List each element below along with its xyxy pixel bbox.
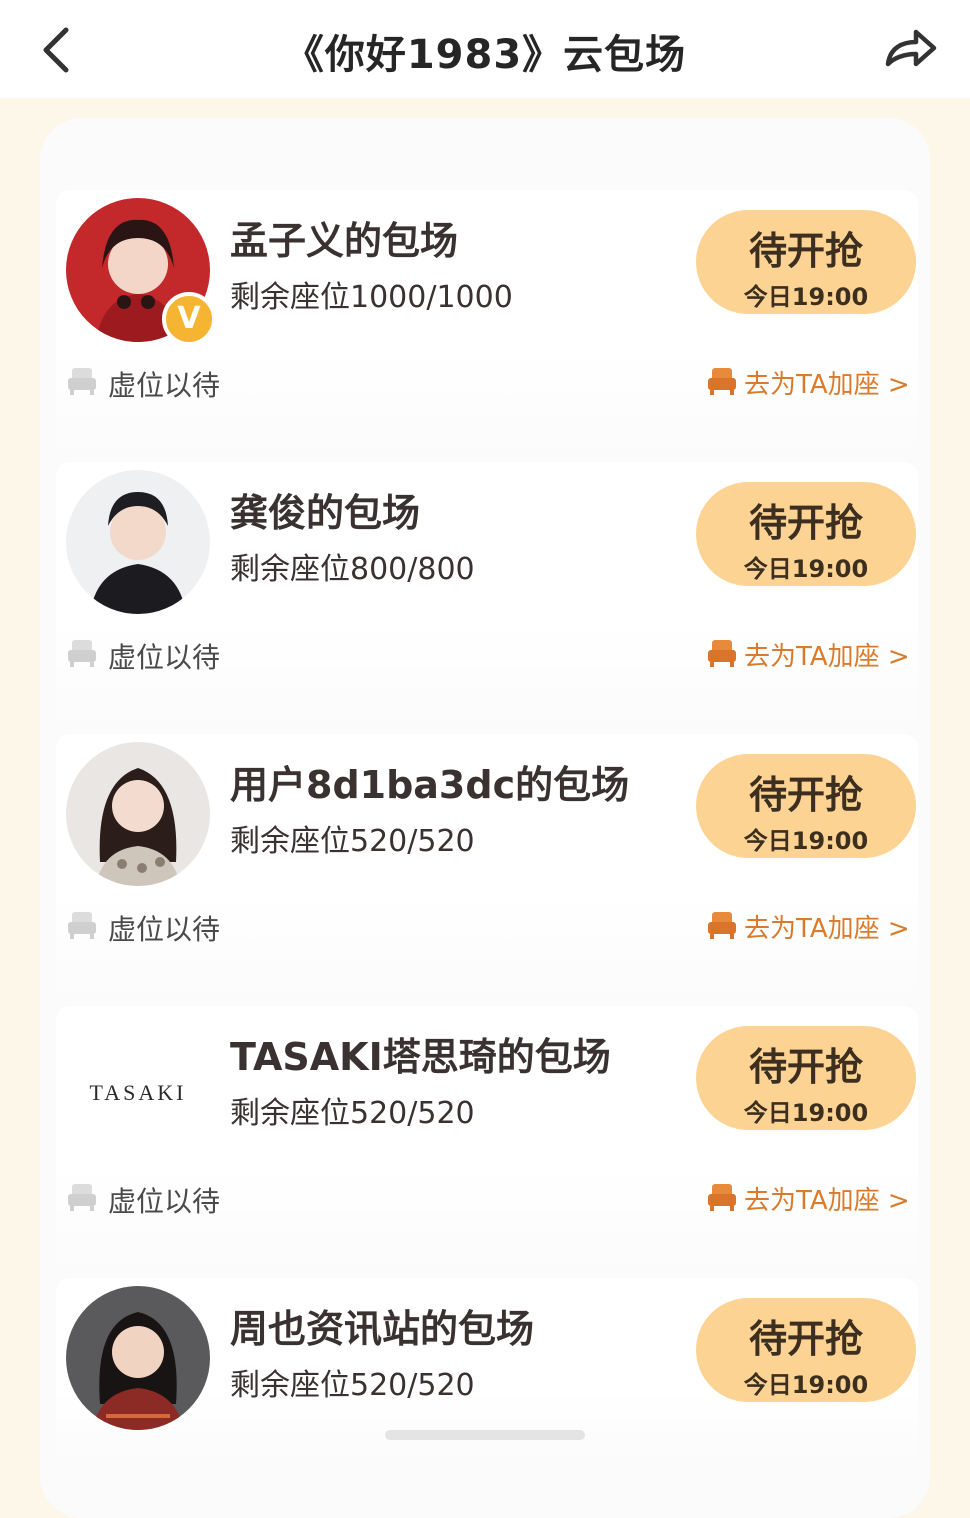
grab-button-label: 待开抢 <box>748 773 863 817</box>
add-seat-label: 去为TA加座 > <box>744 642 910 672</box>
virtual-seat-label: 虚位以待 <box>108 369 221 402</box>
top-bar: 《你好1983》云包场 <box>0 0 970 98</box>
sofa-icon <box>708 1184 736 1211</box>
grab-button-time: 今日19:00 <box>743 1099 869 1127</box>
grab-button-time: 今日19:00 <box>743 1371 869 1399</box>
screening-title: 用户8d1ba3dc的包场 <box>230 763 630 807</box>
screening-card: V 孟子义的包场 剩余座位1000/1000 待开抢 今日19:00 虚位以待 … <box>56 190 918 458</box>
share-arrow-icon[interactable] <box>880 20 940 76</box>
remaining-seats: 剩余座位1000/1000 <box>230 280 513 315</box>
sofa-icon <box>708 912 736 939</box>
screening-card: 龚俊的包场 剩余座位800/800 待开抢 今日19:00 虚位以待 去为TA加… <box>56 462 918 730</box>
add-seat-label: 去为TA加座 > <box>744 1186 910 1216</box>
grab-ticket-button[interactable]: 待开抢 今日19:00 <box>696 210 916 314</box>
add-seat-label: 去为TA加座 > <box>744 914 910 944</box>
grab-button-label: 待开抢 <box>748 1045 863 1089</box>
add-seat-link[interactable]: 去为TA加座 > <box>706 908 916 944</box>
screening-card: 用户8d1ba3dc的包场 剩余座位520/520 待开抢 今日19:00 虚位… <box>56 734 918 1002</box>
seat-icon <box>68 368 96 395</box>
avatar[interactable] <box>66 1286 210 1430</box>
virtual-seat-label: 虚位以待 <box>108 1185 221 1218</box>
screening-card: TASAKI TASAKI塔思琦的包场 剩余座位520/520 待开抢 今日19… <box>56 1006 918 1274</box>
verified-badge-icon: V <box>162 292 216 346</box>
grab-button-label: 待开抢 <box>748 1317 863 1361</box>
remaining-seats: 剩余座位520/520 <box>230 824 475 859</box>
add-seat-link[interactable]: 去为TA加座 > <box>706 364 916 400</box>
seat-icon <box>68 1184 96 1211</box>
seat-icon <box>68 912 96 939</box>
avatar[interactable] <box>66 742 210 886</box>
screening-title: 龚俊的包场 <box>230 491 421 535</box>
sofa-icon <box>708 640 736 667</box>
virtual-seat-label: 虚位以待 <box>108 641 221 674</box>
grab-button-label: 待开抢 <box>748 501 863 545</box>
remaining-seats: 剩余座位520/520 <box>230 1096 475 1131</box>
add-seat-link[interactable]: 去为TA加座 > <box>706 1180 916 1216</box>
add-seat-label: 去为TA加座 > <box>744 370 910 400</box>
remaining-seats: 剩余座位520/520 <box>230 1368 475 1403</box>
grab-ticket-button[interactable]: 待开抢 今日19:00 <box>696 1026 916 1130</box>
grab-button-time: 今日19:00 <box>743 283 869 311</box>
virtual-seat-label: 虚位以待 <box>108 913 221 946</box>
grab-ticket-button[interactable]: 待开抢 今日19:00 <box>696 482 916 586</box>
home-indicator[interactable] <box>385 1430 585 1440</box>
avatar[interactable] <box>66 470 210 614</box>
add-seat-link[interactable]: 去为TA加座 > <box>706 636 916 672</box>
screening-title: 孟子义的包场 <box>230 219 459 263</box>
seat-icon <box>68 640 96 667</box>
tasaki-logo: TASAKI <box>90 1080 187 1105</box>
screening-title: TASAKI塔思琦的包场 <box>230 1035 611 1079</box>
grab-button-label: 待开抢 <box>748 229 863 273</box>
grab-button-time: 今日19:00 <box>743 555 869 583</box>
grab-ticket-button[interactable]: 待开抢 今日19:00 <box>696 1298 916 1402</box>
remaining-seats: 剩余座位800/800 <box>230 552 475 587</box>
sofa-icon <box>708 368 736 395</box>
screening-title: 周也资讯站的包场 <box>230 1307 535 1351</box>
grab-ticket-button[interactable]: 待开抢 今日19:00 <box>696 754 916 858</box>
grab-button-time: 今日19:00 <box>743 827 869 855</box>
avatar[interactable]: TASAKI <box>66 1014 210 1158</box>
page-title: 《你好1983》云包场 <box>283 32 687 78</box>
